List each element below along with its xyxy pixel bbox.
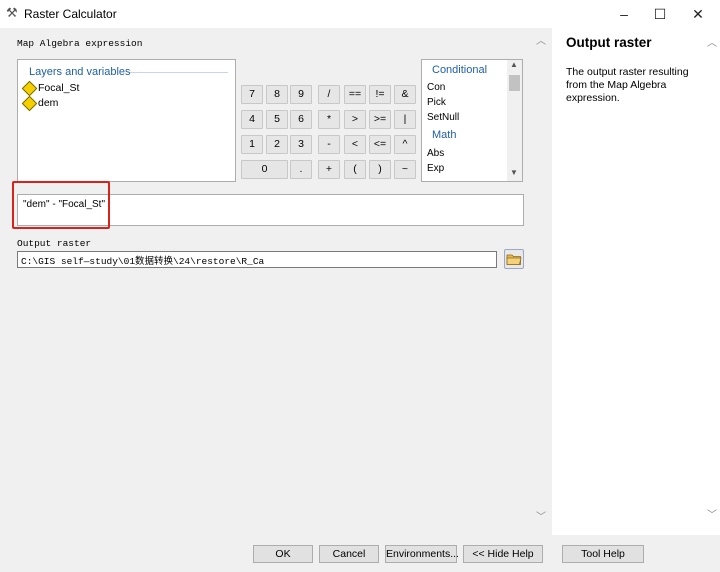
key-multiply[interactable]: * (318, 110, 340, 129)
key-plus[interactable]: + (318, 160, 340, 179)
function-pick[interactable]: Pick (427, 97, 446, 108)
expression-label: Map Algebra expression (17, 38, 143, 49)
key-decimal[interactable]: . (290, 160, 312, 179)
layer-item-dem[interactable]: dem (21, 95, 58, 111)
key-close-paren[interactable]: ) (369, 160, 391, 179)
key-7[interactable]: 7 (241, 85, 263, 104)
key-divide[interactable]: / (318, 85, 340, 104)
annotation-highlight-box (12, 181, 110, 229)
key-6[interactable]: 6 (290, 110, 312, 129)
conditional-header: Conditional (432, 64, 488, 76)
key-and[interactable]: & (394, 85, 416, 104)
key-5[interactable]: 5 (266, 110, 288, 129)
key-greater-equal[interactable]: >= (369, 110, 391, 129)
key-greater[interactable]: > (344, 110, 366, 129)
help-scroll-down-icon[interactable]: ﹀ (702, 508, 720, 524)
scroll-down-icon[interactable]: ▼ (510, 168, 518, 177)
function-exp[interactable]: Exp (427, 163, 444, 174)
functions-scroll-thumb[interactable] (509, 75, 520, 91)
key-1[interactable]: 1 (241, 135, 263, 154)
function-con[interactable]: Con (427, 82, 445, 93)
output-raster-label: Output raster (17, 238, 92, 249)
tool-help-button[interactable]: Tool Help (562, 545, 644, 563)
key-equal[interactable]: == (344, 85, 366, 104)
cancel-button[interactable]: Cancel (319, 545, 379, 563)
scroll-up-icon[interactable]: ▲ (510, 60, 518, 69)
math-header: Math (432, 129, 457, 141)
key-less[interactable]: < (344, 135, 366, 154)
window-title: Raster Calculator (24, 7, 117, 21)
function-abs[interactable]: Abs (427, 148, 444, 159)
key-9[interactable]: 9 (290, 85, 312, 104)
layers-header-divider (130, 72, 228, 73)
key-less-equal[interactable]: <= (369, 135, 391, 154)
key-minus[interactable]: - (318, 135, 340, 154)
function-setnull[interactable]: SetNull (427, 112, 459, 123)
minimize-button[interactable]: – (608, 0, 640, 28)
key-not-equal[interactable]: != (369, 85, 391, 104)
title-bar: ⚒ Raster Calculator – ☐ ✕ (0, 0, 720, 28)
layers-list[interactable]: Layers and variables Focal_St dem (17, 59, 236, 182)
browse-button[interactable] (504, 249, 524, 269)
folder-icon (506, 254, 522, 265)
close-button[interactable]: ✕ (682, 0, 714, 28)
environments-button[interactable]: Environments... (385, 545, 459, 563)
ok-button[interactable]: OK (253, 545, 313, 563)
raster-layer-icon (21, 95, 38, 111)
key-4[interactable]: 4 (241, 110, 263, 129)
key-8[interactable]: 8 (266, 85, 288, 104)
scroll-down-icon[interactable]: ﹀ (531, 510, 551, 526)
key-xor[interactable]: ^ (394, 135, 416, 154)
key-0[interactable]: 0 (241, 160, 288, 179)
main-scrollbar[interactable]: ︿ ﹀ (531, 28, 551, 535)
help-scroll-up-icon[interactable]: ︿ (702, 36, 720, 52)
help-title: Output raster (566, 35, 652, 50)
layer-item-focal-st[interactable]: Focal_St (21, 80, 79, 96)
raster-layer-icon (21, 80, 38, 96)
key-or[interactable]: | (394, 110, 416, 129)
key-not[interactable]: ~ (394, 160, 416, 179)
key-2[interactable]: 2 (266, 135, 288, 154)
help-body: The output raster resulting from the Map… (566, 66, 689, 104)
scroll-up-icon[interactable]: ︿ (531, 34, 551, 50)
hammer-icon: ⚒ (6, 5, 18, 20)
help-pane: Output raster The output raster resultin… (552, 28, 720, 535)
maximize-button[interactable]: ☐ (644, 0, 676, 28)
key-3[interactable]: 3 (290, 135, 312, 154)
key-open-paren[interactable]: ( (344, 160, 366, 179)
hide-help-button[interactable]: << Hide Help (463, 545, 543, 563)
output-raster-field[interactable]: C:\GIS self—study\01数据转换\24\restore\R_Ca (17, 251, 497, 268)
layers-header: Layers and variables (29, 66, 131, 78)
